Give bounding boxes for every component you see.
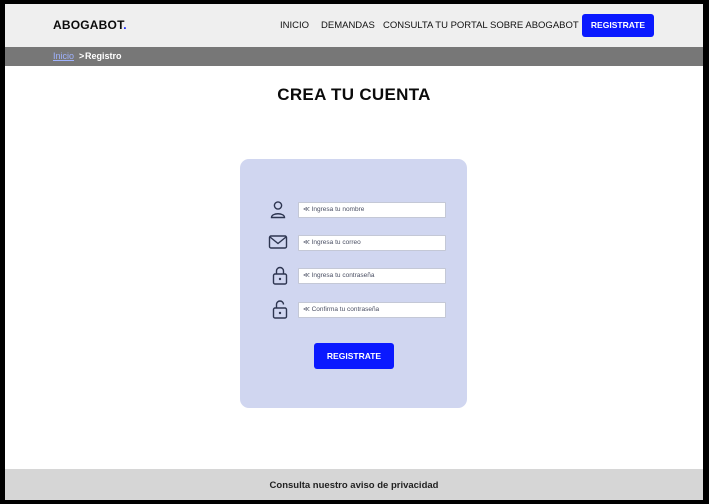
breadcrumb-current: Registro bbox=[85, 51, 122, 61]
nav-item-inicio[interactable]: INICIO bbox=[280, 20, 309, 31]
logo-text: ABOGABOT bbox=[53, 18, 124, 32]
nav-item-sobre-abogabot[interactable]: SOBRE ABOGABOT bbox=[490, 20, 579, 31]
password-field[interactable]: ≪ Ingresa tu contraseña bbox=[298, 268, 446, 284]
logo-dot: . bbox=[123, 18, 127, 32]
page: ABOGABOT. INICIO DEMANDAS CONSULTA TU PO… bbox=[5, 4, 703, 500]
register-submit-button[interactable]: REGISTRATE bbox=[314, 343, 394, 369]
nav-item-consulta-portal[interactable]: CONSULTA TU PORTAL bbox=[383, 20, 488, 31]
breadcrumb-separator: > bbox=[79, 51, 85, 61]
breadcrumb-home-link[interactable]: Inicio bbox=[53, 51, 74, 61]
footer: Consulta nuestro aviso de privacidad bbox=[5, 469, 703, 500]
register-form-card: ≪ Ingresa tu nombre ≪ Ingresa tu correo … bbox=[240, 159, 467, 408]
top-navbar: ABOGABOT. INICIO DEMANDAS CONSULTA TU PO… bbox=[5, 4, 703, 47]
nav-item-demandas[interactable]: DEMANDAS bbox=[321, 20, 375, 31]
mail-icon bbox=[268, 232, 288, 252]
page-title: CREA TU CUENTA bbox=[277, 85, 431, 104]
name-field[interactable]: ≪ Ingresa tu nombre bbox=[298, 202, 446, 218]
breadcrumb: Inicio > Registro bbox=[5, 47, 703, 66]
email-field[interactable]: ≪ Ingresa tu correo bbox=[298, 235, 446, 251]
logo[interactable]: ABOGABOT. bbox=[53, 18, 127, 32]
user-icon bbox=[268, 199, 288, 219]
unlock-icon bbox=[270, 299, 290, 319]
privacy-notice-link[interactable]: Consulta nuestro aviso de privacidad bbox=[270, 480, 439, 491]
confirm-password-field[interactable]: ≪ Confirma tu contraseña bbox=[298, 302, 446, 318]
lock-icon bbox=[270, 265, 290, 285]
register-nav-button[interactable]: REGISTRATE bbox=[582, 14, 654, 37]
